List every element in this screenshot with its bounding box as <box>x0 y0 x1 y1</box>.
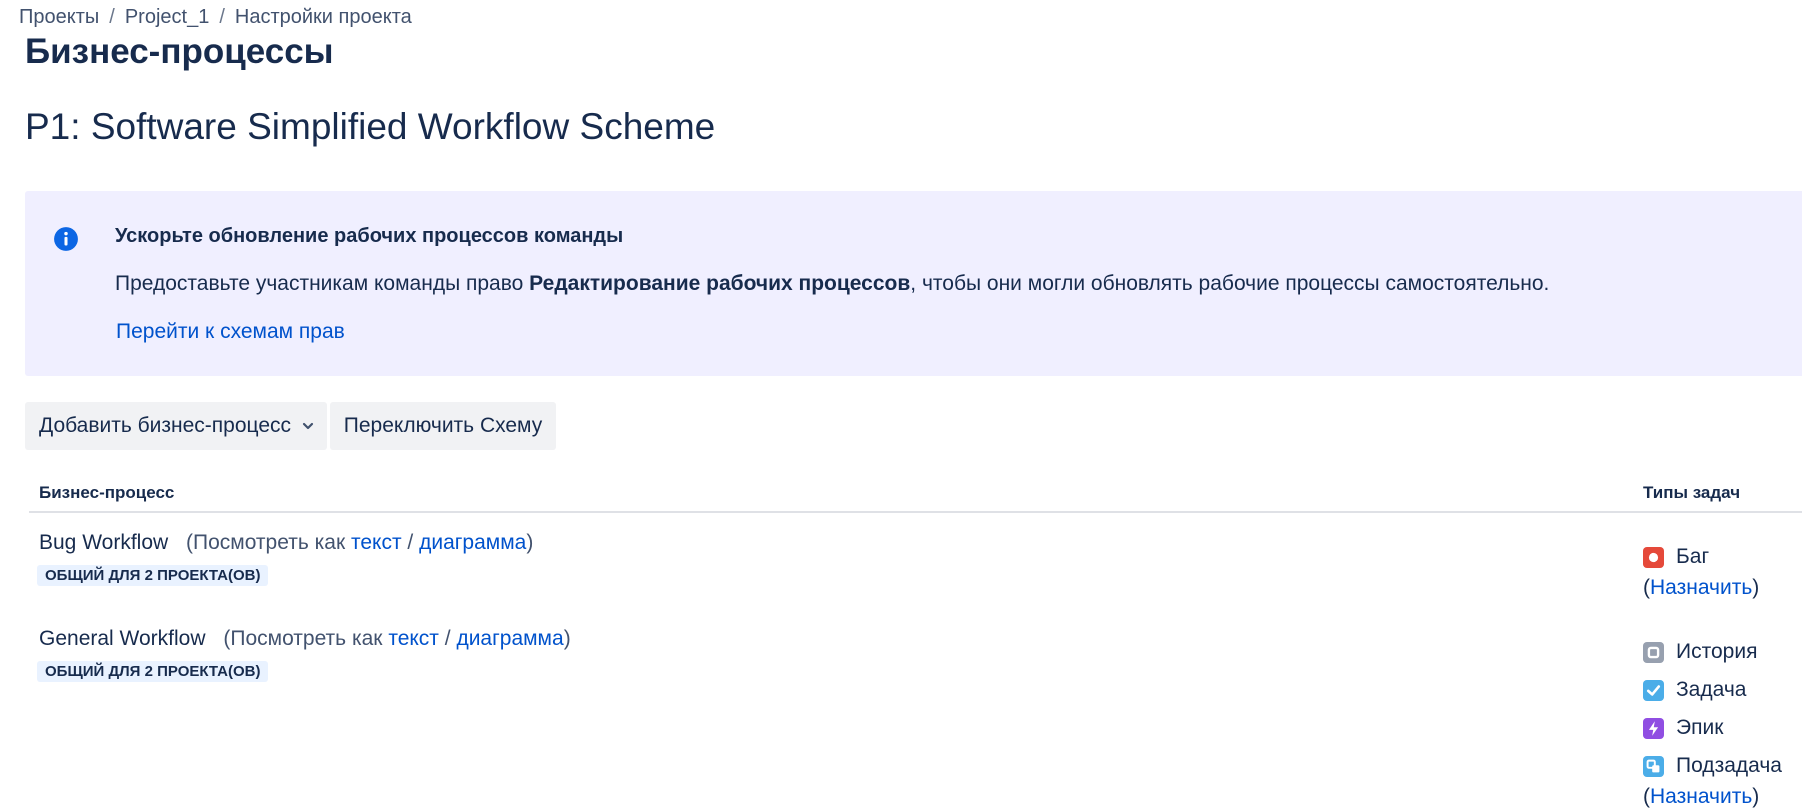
view-prefix: (Посмотреть как <box>223 627 389 650</box>
breadcrumb-separator: / <box>109 6 115 28</box>
issue-type-label: Эпик <box>1676 716 1724 739</box>
assign-open-paren: ( <box>1643 785 1650 808</box>
issue-type-item: Эпик <box>1643 709 1782 747</box>
breadcrumb-separator: / <box>219 6 225 28</box>
view-as-text-link[interactable]: текст <box>388 627 439 650</box>
assign-close-paren: ) <box>1752 785 1760 808</box>
workflow-name: Bug Workflow <box>39 531 169 554</box>
add-workflow-button[interactable]: Добавить бизнес-процесс <box>25 402 327 450</box>
breadcrumb-project[interactable]: Project_1 <box>125 6 210 28</box>
add-workflow-label: Добавить бизнес-процесс <box>39 414 291 437</box>
assign-close-paren: ) <box>1752 576 1760 599</box>
issue-type-item: Баг <box>1643 538 1759 576</box>
issue-type-label: Баг <box>1676 545 1710 568</box>
issue-type-item: История <box>1643 633 1782 671</box>
workflow-line: General Workflow (Посмотреть как текст /… <box>39 627 571 651</box>
table-header-divider <box>29 511 1802 513</box>
issue-types-cell: История Задача Эпик Подзадача (Назначить… <box>1643 633 1782 809</box>
banner-body-prefix: Предоставьте участникам команды право <box>115 272 530 295</box>
breadcrumb: Проекты / Project_1 / Настройки проекта <box>19 6 412 29</box>
shared-lozenge: ОБЩИЙ ДЛЯ 2 ПРОЕКТА(ОВ) <box>37 565 269 586</box>
workflow-name: General Workflow <box>39 627 206 650</box>
issue-type-label: История <box>1676 640 1758 663</box>
breadcrumb-projects[interactable]: Проекты <box>19 6 99 28</box>
assign-link[interactable]: Назначить <box>1650 785 1752 808</box>
page-title: Бизнес-процессы <box>25 32 334 71</box>
breadcrumb-project-settings[interactable]: Настройки проекта <box>235 6 412 28</box>
assign-link[interactable]: Назначить <box>1650 576 1752 599</box>
shared-lozenge: ОБЩИЙ ДЛЯ 2 ПРОЕКТА(ОВ) <box>37 661 269 682</box>
column-header-workflow: Бизнес-процесс <box>39 483 175 502</box>
subtask-icon <box>1643 755 1664 777</box>
assign-line: (Назначить) <box>1643 576 1759 600</box>
banner-title: Ускорьте обновление рабочих процессов ко… <box>115 225 624 247</box>
table-row: Bug Workflow (Посмотреть как текст / диа… <box>37 531 533 586</box>
view-as-diagram-link[interactable]: диаграмма <box>419 531 526 554</box>
view-separator: / <box>438 627 457 650</box>
workflow-line: Bug Workflow (Посмотреть как текст / диа… <box>39 531 533 555</box>
info-icon <box>53 226 79 252</box>
banner-body: Предоставьте участникам команды право Ре… <box>115 272 1549 296</box>
task-icon <box>1643 679 1664 701</box>
issue-type-item: Подзадача <box>1643 747 1782 785</box>
table-row: General Workflow (Посмотреть как текст /… <box>37 627 571 682</box>
workflow-view-links: (Посмотреть как текст / диаграмма) <box>223 627 570 650</box>
issue-type-item: Задача <box>1643 671 1782 709</box>
banner-body-suffix: , чтобы они могли обновлять рабочие проц… <box>910 272 1550 295</box>
permission-schemes-link[interactable]: Перейти к схемам прав <box>116 320 345 344</box>
epic-icon <box>1643 717 1664 739</box>
issue-type-label: Задача <box>1676 678 1747 701</box>
assign-open-paren: ( <box>1643 576 1650 599</box>
bug-icon <box>1643 546 1664 568</box>
assign-line: (Назначить) <box>1643 785 1782 809</box>
column-header-issue-types: Типы задач <box>1643 483 1741 502</box>
banner-body-bold: Редактирование рабочих процессов <box>529 272 911 295</box>
switch-scheme-button[interactable]: Переключить Схему <box>330 402 556 450</box>
issue-type-label: Подзадача <box>1676 754 1782 777</box>
workflow-view-links: (Посмотреть как текст / диаграмма) <box>186 531 533 554</box>
view-as-text-link[interactable]: текст <box>351 531 402 554</box>
chevron-down-icon <box>301 419 315 433</box>
story-icon <box>1643 641 1664 663</box>
info-banner: Ускорьте обновление рабочих процессов ко… <box>25 191 1802 376</box>
view-as-diagram-link[interactable]: диаграмма <box>456 627 563 650</box>
view-separator: / <box>401 531 420 554</box>
scheme-name: P1: Software Simplified Workflow Scheme <box>25 106 716 147</box>
issue-types-cell: Баг (Назначить) <box>1643 538 1759 600</box>
view-suffix: ) <box>563 627 571 650</box>
view-suffix: ) <box>526 531 534 554</box>
view-prefix: (Посмотреть как <box>186 531 351 554</box>
